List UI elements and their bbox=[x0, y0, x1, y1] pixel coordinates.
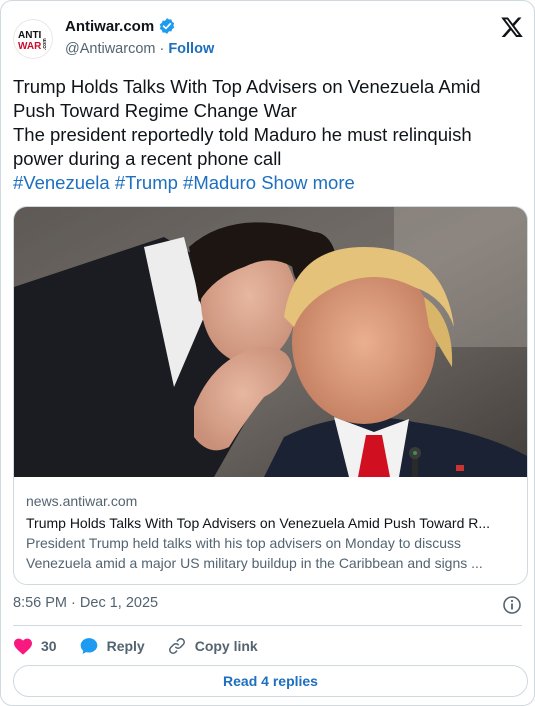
like-count: 30 bbox=[41, 638, 57, 654]
tweet-line: The president reportedly told Maduro he … bbox=[13, 124, 472, 145]
timestamp-date: Dec 1, 2025 bbox=[79, 595, 159, 611]
show-more-link[interactable]: Show more bbox=[261, 172, 355, 193]
like-button[interactable]: 30 bbox=[13, 637, 57, 655]
link-preview-image[interactable] bbox=[14, 207, 527, 477]
link-domain: news.antiwar.com bbox=[26, 493, 138, 509]
reply-label: Reply bbox=[106, 638, 145, 654]
account-handle[interactable]: @Antiwarcom bbox=[65, 41, 155, 57]
copy-link-label: Copy link bbox=[194, 638, 258, 654]
tweet-text: Trump Holds Talks With Top Advisers on V… bbox=[13, 75, 523, 195]
tweet-card: ANTI WAR .com Antiwar.com @Antiwarcom · … bbox=[0, 0, 535, 706]
action-bar: 30 Reply Copy link bbox=[13, 635, 280, 657]
tweet-line: power during a recent phone call bbox=[13, 148, 282, 169]
tweet-line: Trump Holds Talks With Top Advisers on V… bbox=[13, 76, 481, 97]
display-name[interactable]: Antiwar.com bbox=[65, 18, 154, 35]
info-icon[interactable] bbox=[502, 595, 522, 615]
hashtag-trump[interactable]: #Trump bbox=[115, 172, 178, 193]
verified-badge-icon bbox=[158, 17, 176, 35]
copy-link-button[interactable]: Copy link bbox=[167, 636, 258, 656]
timestamp-separator: · bbox=[71, 595, 76, 611]
link-preview-card[interactable]: news.antiwar.com Trump Holds Talks With … bbox=[13, 206, 528, 585]
svg-text:ANTI: ANTI bbox=[18, 30, 42, 41]
link-description-line: Venezuela amid a major US military build… bbox=[26, 555, 483, 571]
timestamp-time: 8:56 PM bbox=[13, 595, 67, 611]
read-replies-button[interactable]: Read 4 replies bbox=[13, 665, 528, 697]
timestamp[interactable]: 8:56 PM · Dec 1, 2025 bbox=[13, 595, 158, 611]
handle-row: @Antiwarcom · Follow bbox=[65, 41, 214, 57]
link-meta: news.antiwar.com Trump Holds Talks With … bbox=[26, 491, 515, 573]
link-description-line: President Trump held talks with his top … bbox=[26, 535, 461, 551]
link-description: President Trump held talks with his top … bbox=[26, 533, 516, 573]
link-title[interactable]: Trump Holds Talks With Top Advisers on V… bbox=[26, 513, 516, 533]
reply-button[interactable]: Reply bbox=[79, 636, 145, 656]
svg-text:WAR: WAR bbox=[18, 41, 42, 52]
follow-button[interactable]: Follow bbox=[168, 41, 214, 57]
tweet-line: Push Toward Regime Change War bbox=[13, 100, 297, 121]
x-logo-icon[interactable] bbox=[500, 15, 524, 39]
link-icon bbox=[167, 636, 187, 656]
handle-separator: · bbox=[159, 41, 165, 57]
hashtag-venezuela[interactable]: #Venezuela bbox=[13, 172, 110, 193]
account-name-row: Antiwar.com bbox=[65, 17, 176, 35]
reply-bubble-icon bbox=[79, 636, 99, 656]
hashtag-line: #Venezuela #Trump #Maduro Show more bbox=[13, 171, 523, 195]
divider bbox=[13, 625, 522, 626]
avatar[interactable]: ANTI WAR .com bbox=[13, 19, 53, 59]
heart-icon bbox=[13, 637, 33, 655]
svg-text:.com: .com bbox=[42, 38, 48, 50]
hashtag-maduro[interactable]: #Maduro bbox=[183, 172, 256, 193]
